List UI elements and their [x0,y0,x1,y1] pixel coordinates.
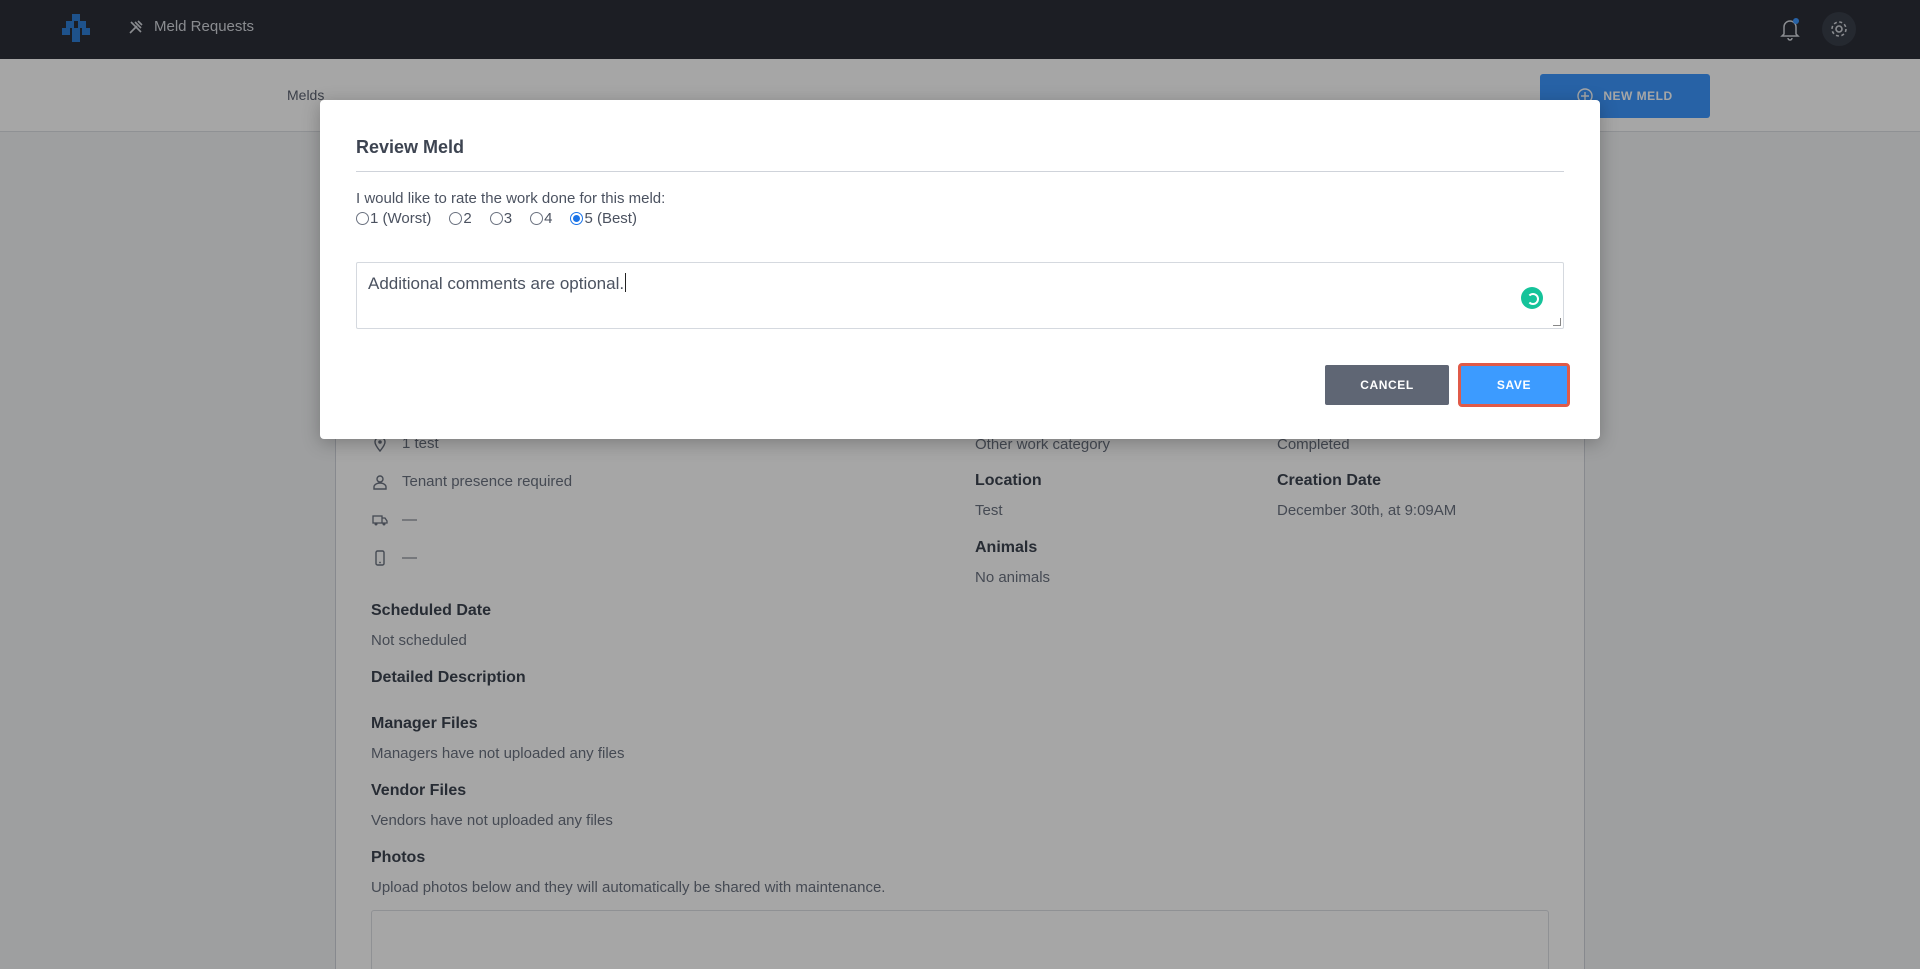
rating-option-3[interactable]: 3 [489,210,513,227]
rating-option-4[interactable]: 4 [530,210,552,227]
rating-label-3: 3 [503,210,513,227]
cancel-button[interactable]: CANCEL [1325,365,1449,405]
radio-button-2[interactable] [449,212,463,225]
comments-textarea[interactable]: Additional comments are optional. [356,262,1564,329]
resize-handle-icon[interactable] [1553,318,1561,326]
radio-button-4[interactable] [530,212,544,225]
radio-button-3[interactable] [489,212,503,225]
review-meld-modal: Review Meld I would like to rate the wor… [320,100,1600,439]
save-button[interactable]: SAVE [1458,363,1570,407]
comments-text: Additional comments are optional. [368,274,625,293]
rating-option-1[interactable]: 1 (Worst) [356,210,431,227]
modal-title: Review Meld [356,137,465,157]
rating-label-1: 1 (Worst) [370,210,432,227]
radio-button-5[interactable] [570,212,584,225]
rating-group: 1 (Worst) 2 3 4 5 (Best) [356,210,637,227]
rating-label-2: 2 [463,210,472,227]
rating-option-2[interactable]: 2 [449,210,472,227]
rating-label-4: 4 [544,210,553,227]
title-divider [356,171,1564,172]
rating-label-5: 5 (Best) [584,210,637,227]
rating-prompt: I would like to rate the work done for t… [356,190,666,207]
radio-button-1[interactable] [356,212,369,225]
grammarly-icon[interactable] [1521,287,1543,309]
text-caret [625,273,627,292]
rating-option-5[interactable]: 5 (Best) [570,210,637,227]
